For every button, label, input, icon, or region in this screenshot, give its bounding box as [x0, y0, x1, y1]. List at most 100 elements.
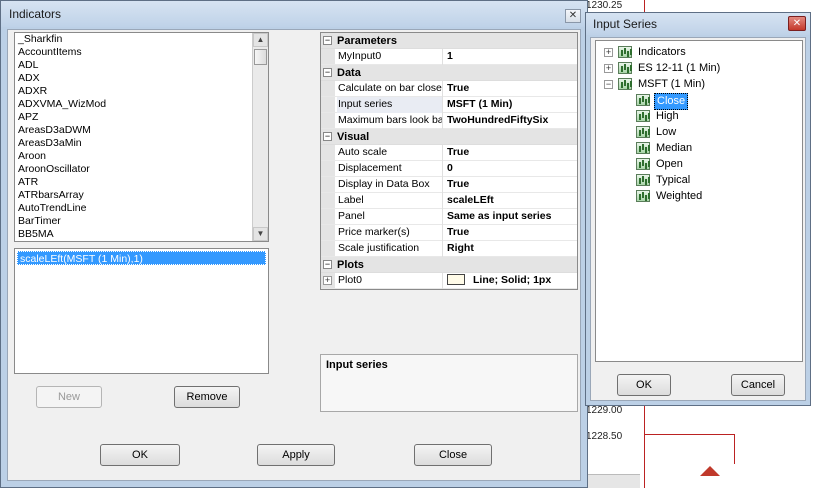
tree-node-typical[interactable]: Typical	[636, 173, 786, 188]
close-button[interactable]: Close	[414, 444, 492, 466]
indicator-list-item[interactable]: AreasD3aMin	[15, 137, 268, 150]
tree-node-label: Open	[656, 158, 683, 170]
tree-node-open[interactable]: Open	[636, 157, 786, 172]
indicator-list-item[interactable]: ATR	[15, 176, 268, 189]
property-value[interactable]: 0	[445, 161, 577, 176]
property-row[interactable]: Label scaleLEft	[321, 193, 577, 209]
tree-node-label: Close	[654, 93, 689, 110]
indicator-list-item[interactable]: AutoTrendLine	[15, 202, 268, 215]
indicator-list-item[interactable]: AccountItems	[15, 46, 268, 59]
indicator-list[interactable]: _Sharkfin AccountItems ADL ADX ADXR ADXVMA_Wi…	[14, 32, 269, 242]
scroll-down-icon[interactable]: ▼	[253, 227, 268, 241]
close-icon[interactable]: ✕	[565, 9, 581, 23]
price-label: 1228.50	[586, 431, 623, 442]
indicator-list-item[interactable]: ADL	[15, 59, 268, 72]
cancel-button[interactable]: Cancel	[731, 374, 785, 396]
property-name: Display in Data Box	[337, 177, 443, 193]
collapse-icon[interactable]: −	[604, 80, 613, 89]
indicator-list-item[interactable]: ATRbarsArray	[15, 189, 268, 202]
price-series-icon	[636, 174, 650, 186]
category-label: Parameters	[337, 35, 397, 47]
property-value[interactable]: Same as input series	[445, 209, 577, 224]
property-value[interactable]: True	[445, 225, 577, 240]
property-row[interactable]: Input series MSFT (1 Min)	[321, 97, 577, 113]
apply-button[interactable]: Apply	[257, 444, 335, 466]
indicator-list-item[interactable]: ADX	[15, 72, 268, 85]
property-value[interactable]: Line; Solid; 1px	[445, 273, 577, 288]
property-value[interactable]: True	[445, 177, 577, 192]
expand-icon[interactable]: +	[323, 276, 332, 285]
category-parameters[interactable]: − Parameters	[321, 33, 577, 49]
tree-node-msft[interactable]: − MSFT (1 Min)	[604, 77, 794, 92]
tree-node-es[interactable]: + ES 12-11 (1 Min)	[604, 61, 794, 76]
tree-node-indicators[interactable]: + Indicators	[604, 45, 794, 60]
indicator-list-item[interactable]: AroonOscillator	[15, 163, 268, 176]
collapse-icon[interactable]: −	[323, 36, 332, 45]
indicator-list-item[interactable]: Aroon	[15, 150, 268, 163]
indicators-client-area: _Sharkfin AccountItems ADL ADX ADXR ADXVMA_Wi…	[7, 29, 581, 481]
scroll-thumb[interactable]	[254, 49, 267, 65]
scroll-up-icon[interactable]: ▲	[253, 33, 268, 47]
input-series-client-area: + Indicators + ES 12-11 (1 Min) − MSFT (…	[590, 37, 806, 401]
property-row-plot0[interactable]: + Plot0 Line; Solid; 1px	[321, 273, 577, 289]
property-value[interactable]: True	[445, 81, 577, 96]
new-button[interactable]: New	[36, 386, 102, 408]
collapse-icon[interactable]: −	[323, 132, 332, 141]
chart-horizontal-scrollbar[interactable]	[580, 474, 640, 488]
expand-icon[interactable]: +	[604, 64, 613, 73]
indicators-dialog-title: Indicators	[9, 7, 62, 21]
property-row[interactable]: Auto scale True	[321, 145, 577, 161]
indicator-list-item[interactable]: APZ	[15, 111, 268, 124]
input-series-title-bar[interactable]: Input Series ✕	[586, 13, 810, 35]
indicator-list-item[interactable]: BarTimer	[15, 215, 268, 228]
property-value[interactable]: Right	[445, 241, 577, 256]
indicator-list-item[interactable]: AreasD3aDWM	[15, 124, 268, 137]
tree-node-low[interactable]: Low	[636, 125, 786, 140]
property-row[interactable]: Maximum bars look back TwoHundredFiftySix	[321, 113, 577, 129]
property-row[interactable]: Display in Data Box True	[321, 177, 577, 193]
property-value[interactable]: True	[445, 145, 577, 160]
tree-node-label: Typical	[656, 174, 691, 186]
property-value[interactable]: TwoHundredFiftySix	[445, 113, 577, 128]
property-row[interactable]: Displacement 0	[321, 161, 577, 177]
indicator-list-item[interactable]: BB5MA	[15, 228, 268, 241]
category-data[interactable]: − Data	[321, 65, 577, 81]
tree-node-weighted[interactable]: Weighted	[636, 189, 786, 204]
property-value[interactable]: 1	[445, 49, 577, 64]
indicator-list-item[interactable]: ADXVMA_WizMod	[15, 98, 268, 111]
ok-button[interactable]: OK	[617, 374, 671, 396]
indicator-list-item[interactable]: _Sharkfin	[15, 33, 268, 46]
property-row[interactable]: Scale justification Right	[321, 241, 577, 257]
property-grid[interactable]: − Parameters MyInput0 1 − Data Calculate on…	[320, 32, 578, 290]
indicator-list-scrollbar[interactable]: ▲ ▼	[252, 33, 268, 241]
property-name: Auto scale	[337, 145, 443, 161]
close-icon[interactable]: ✕	[788, 16, 806, 31]
category-plots[interactable]: − Plots	[321, 257, 577, 273]
series-tree[interactable]: + Indicators + ES 12-11 (1 Min) − MSFT (…	[595, 40, 803, 362]
indicators-title-bar[interactable]: Indicators ✕	[1, 1, 587, 27]
property-row[interactable]: Panel Same as input series	[321, 209, 577, 225]
category-label: Plots	[337, 259, 364, 271]
property-row[interactable]: Price marker(s) True	[321, 225, 577, 241]
property-row[interactable]: Calculate on bar close True	[321, 81, 577, 97]
chart-horizontal-line	[644, 434, 734, 435]
tree-node-close[interactable]: Close	[636, 93, 786, 110]
tree-node-median[interactable]: Median	[636, 141, 786, 156]
tree-node-high[interactable]: High	[636, 109, 786, 124]
property-value[interactable]: MSFT (1 Min)	[445, 97, 577, 112]
property-row[interactable]: MyInput0 1	[321, 49, 577, 65]
remove-button[interactable]: Remove	[174, 386, 240, 408]
up-arrow-icon	[700, 466, 720, 476]
series-chart-icon	[618, 62, 632, 74]
category-visual[interactable]: − Visual	[321, 129, 577, 145]
property-value[interactable]: scaleLEft	[445, 193, 577, 208]
ok-button[interactable]: OK	[100, 444, 180, 466]
collapse-icon[interactable]: −	[323, 68, 332, 77]
plot-style-icon	[447, 273, 465, 285]
applied-indicator-item[interactable]: scaleLEft(MSFT (1 Min),1)	[17, 251, 266, 265]
expand-icon[interactable]: +	[604, 48, 613, 57]
applied-indicators-list[interactable]: scaleLEft(MSFT (1 Min),1)	[14, 248, 269, 374]
tree-node-label: Median	[656, 142, 693, 154]
indicator-list-item[interactable]: ADXR	[15, 85, 268, 98]
collapse-icon[interactable]: −	[323, 260, 332, 269]
